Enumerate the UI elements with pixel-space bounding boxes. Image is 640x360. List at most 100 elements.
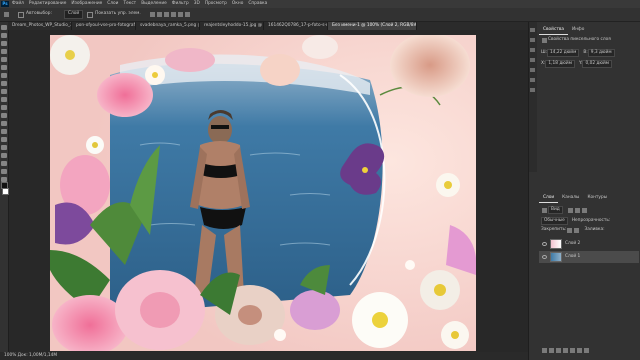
- align-middle-icon[interactable]: [177, 12, 183, 17]
- document-canvas[interactable]: [50, 35, 476, 351]
- menu-file[interactable]: Файл: [12, 1, 24, 6]
- align-top-icon[interactable]: [170, 12, 176, 17]
- hand-icon[interactable]: [1, 169, 7, 174]
- align-center-icon[interactable]: [156, 12, 162, 17]
- blur-icon[interactable]: [1, 121, 7, 126]
- filter-pixel-icon[interactable]: [567, 207, 573, 213]
- menu-edit[interactable]: Редактирование: [29, 1, 67, 6]
- y-field[interactable]: 0,02 дюйм: [582, 60, 613, 69]
- document-tabs: Dream_Photos_WP_Studio_3200x1280_31D3.pn…: [8, 22, 528, 30]
- layers-tabs: Слои Каналы Контуры: [539, 194, 611, 203]
- width-field[interactable]: 14,22 дюйм: [547, 49, 580, 58]
- menu-3d[interactable]: 3D: [194, 1, 200, 6]
- transform-option[interactable]: Показать упр. элем.: [87, 11, 141, 18]
- blend-mode-dropdown[interactable]: Обычные: [541, 217, 568, 226]
- eyedropper-icon[interactable]: [1, 65, 7, 70]
- character-icon[interactable]: [530, 68, 535, 72]
- lasso-icon[interactable]: [1, 41, 7, 46]
- tools-panel: [0, 22, 9, 352]
- filter-type-icon[interactable]: [581, 207, 587, 213]
- crop-icon[interactable]: [1, 57, 7, 62]
- align-left-icon[interactable]: [149, 12, 155, 17]
- history-brush-icon[interactable]: [1, 97, 7, 102]
- tab-layers[interactable]: Слои: [539, 194, 559, 203]
- menu-filter[interactable]: Фильтр: [172, 1, 189, 6]
- layer-row[interactable]: Слой 2: [539, 238, 639, 250]
- autoselect-checkbox[interactable]: [18, 11, 24, 18]
- type-icon[interactable]: [1, 145, 7, 150]
- brush-icon[interactable]: [1, 81, 7, 86]
- layer-filter-row: Вид: [541, 206, 588, 215]
- menu-image[interactable]: Изображение: [71, 1, 102, 6]
- stamp-icon[interactable]: [1, 89, 7, 94]
- move-tool-icon[interactable]: [4, 12, 9, 17]
- eraser-icon[interactable]: [1, 105, 7, 110]
- position-row: X: 1,18 дюйм Y: 0,02 дюйм: [541, 60, 616, 69]
- tab-paths[interactable]: Контуры: [583, 194, 611, 202]
- libraries-icon[interactable]: [530, 88, 535, 92]
- height-field[interactable]: 9,3 дюйм: [587, 49, 615, 58]
- quick-select-icon[interactable]: [1, 49, 7, 54]
- tab-info[interactable]: Инфо: [568, 26, 588, 34]
- adjustment-layer-icon[interactable]: [563, 348, 568, 353]
- new-layer-icon[interactable]: [577, 348, 582, 353]
- lock-position-icon[interactable]: [574, 228, 580, 233]
- path-select-icon[interactable]: [1, 153, 7, 158]
- tab-properties[interactable]: Свойства: [539, 26, 568, 35]
- lock-pixels-icon[interactable]: [567, 228, 573, 233]
- history-icon[interactable]: [530, 28, 535, 32]
- transform-checkbox[interactable]: [87, 11, 94, 18]
- brush-settings-icon[interactable]: [530, 58, 535, 62]
- mask-icon[interactable]: [556, 348, 561, 353]
- lock-label: Закрепить:: [541, 227, 567, 233]
- opacity-label: Непрозрачность:: [571, 218, 611, 223]
- trash-icon[interactable]: [584, 348, 589, 353]
- layer-filter-dropdown[interactable]: Вид: [548, 206, 563, 215]
- collage-artwork: [50, 35, 476, 351]
- menu-type[interactable]: Текст: [123, 1, 136, 6]
- tab-document-active[interactable]: Без имени-1 @ 100% (Слой 2, RGB/8#): [328, 22, 417, 30]
- autoselect-option[interactable]: Автовыбор:: [18, 11, 52, 18]
- right-panels: Свойства Инфо Свойства пиксельного слоя …: [528, 22, 640, 360]
- marquee-icon[interactable]: [1, 33, 7, 38]
- menu-help[interactable]: Справка: [248, 1, 267, 6]
- tab-document-4[interactable]: reajentsleyhoddo-15.jpg @ 50% ...: [200, 22, 264, 30]
- more-options-icon[interactable]: [184, 12, 190, 17]
- paragraph-icon[interactable]: [530, 78, 535, 82]
- healing-icon[interactable]: [1, 73, 7, 78]
- photoshop-logo: Ps: [1, 1, 9, 7]
- menu-select[interactable]: Выделение: [141, 1, 167, 6]
- align-right-icon[interactable]: [163, 12, 169, 17]
- menu-layers[interactable]: Слои: [107, 1, 118, 6]
- visibility-eye-icon[interactable]: [542, 242, 547, 246]
- properties-title: Свойства пиксельного слоя: [548, 37, 611, 43]
- dodge-icon[interactable]: [1, 129, 7, 134]
- link-icon[interactable]: [542, 348, 547, 353]
- canvas-area[interactable]: [9, 30, 528, 352]
- tab-document-1[interactable]: Dream_Photos_WP_Studio_3200x1280_31D3.pn…: [8, 22, 72, 30]
- menu-view[interactable]: Просмотр: [205, 1, 227, 6]
- background-color-swatch[interactable]: [2, 188, 9, 195]
- fill-label: Заливка:: [584, 227, 605, 233]
- layer-row-selected[interactable]: Слой 1: [539, 251, 639, 263]
- properties-title-row: Свойства пиксельного слоя: [541, 38, 611, 43]
- tab-document-5[interactable]: 161462Q0786_17-p-foto-s-ramkami-dlya-fot…: [264, 22, 328, 30]
- visibility-eye-icon[interactable]: [542, 255, 547, 259]
- layers-footer: [541, 348, 590, 353]
- gradient-icon[interactable]: [1, 113, 7, 118]
- menu-window[interactable]: Окно: [232, 1, 243, 6]
- group-icon[interactable]: [570, 348, 575, 353]
- x-field[interactable]: 1,18 дюйм: [545, 60, 575, 69]
- filter-adjust-icon[interactable]: [574, 207, 580, 213]
- swatches-icon[interactable]: [530, 48, 535, 52]
- adjustments-icon[interactable]: [530, 38, 535, 42]
- tab-document-3[interactable]: svadebnaya_ramka_5.png @ 66,7% ...: [136, 22, 200, 30]
- tab-document-2[interactable]: pon-ofyoul-vse-pro-fotograf...: [72, 22, 136, 30]
- blend-row: Обычные Непрозрачность:: [541, 217, 611, 226]
- tab-channels[interactable]: Каналы: [558, 194, 583, 202]
- pen-icon[interactable]: [1, 137, 7, 142]
- shape-icon[interactable]: [1, 161, 7, 166]
- autoselect-dropdown[interactable]: Слой: [63, 10, 84, 19]
- move-icon[interactable]: [1, 25, 7, 30]
- fx-icon[interactable]: [549, 348, 554, 353]
